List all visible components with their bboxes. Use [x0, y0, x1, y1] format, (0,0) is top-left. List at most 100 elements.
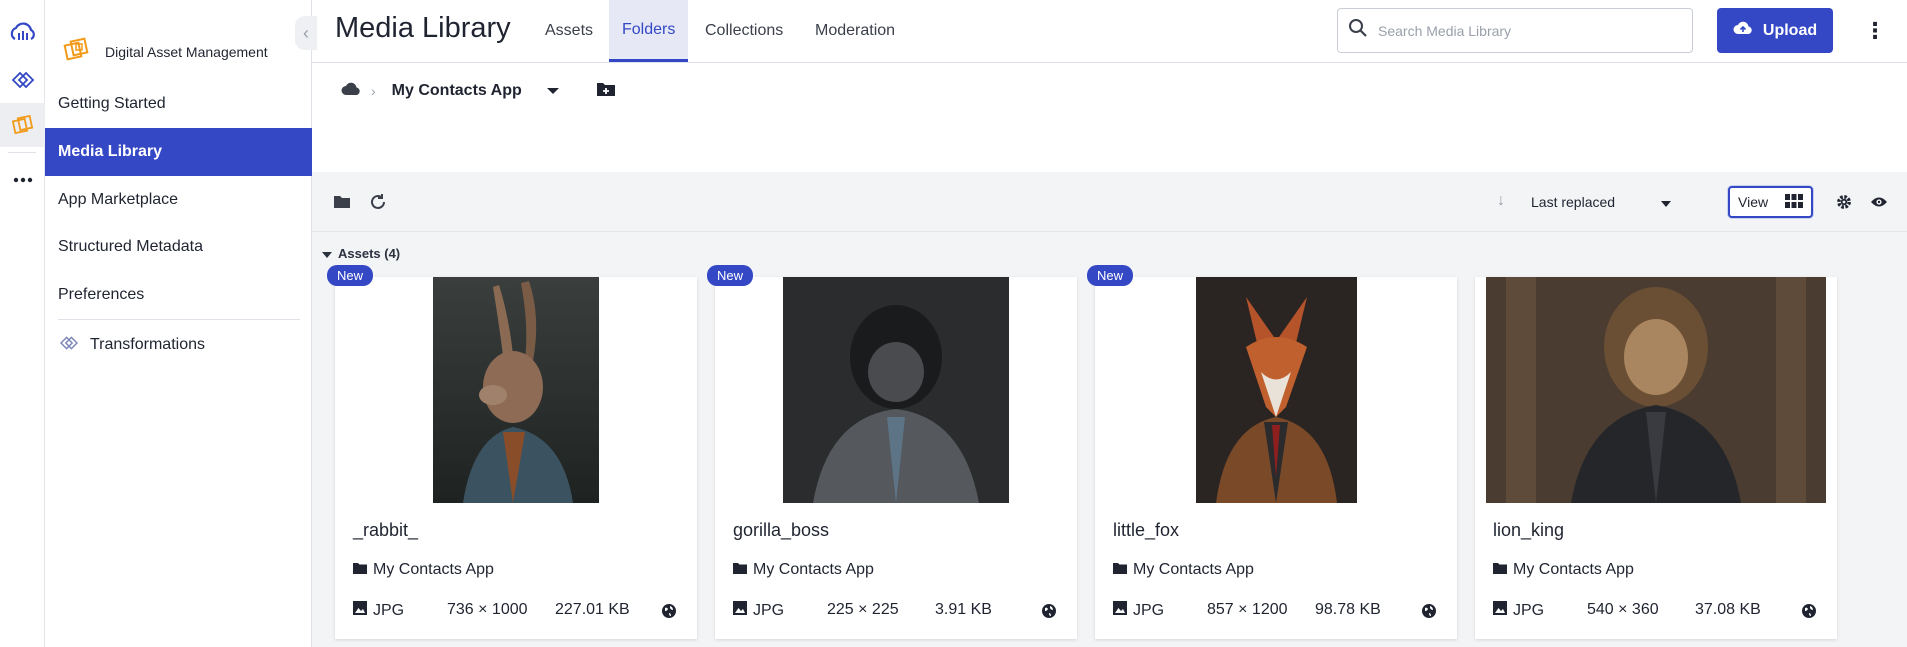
asset-size: 3.91 KB: [935, 601, 992, 618]
asset-dimensions: 857 × 1200: [1207, 601, 1288, 618]
asset-format-label: JPG: [1133, 601, 1165, 619]
tab-assets[interactable]: Assets: [532, 0, 606, 62]
globe-icon[interactable]: [1041, 603, 1057, 624]
chevron-right-icon: ›: [371, 83, 376, 99]
sidebar-item-app-marketplace[interactable]: App Marketplace: [45, 176, 312, 224]
product-brand: Digital Asset Management: [63, 36, 268, 67]
folder-icon: [1493, 561, 1507, 579]
sidebar-item-label: Preferences: [58, 286, 145, 303]
asset-grid-area: Assets (4) New _rabbit_ My Contacts App: [312, 232, 1907, 647]
sidebar-item-media-library[interactable]: Media Library: [45, 128, 312, 176]
sidebar-item-transformations[interactable]: Transformations: [58, 330, 205, 360]
new-badge: New: [327, 265, 374, 286]
asset-format-label: JPG: [753, 601, 785, 619]
search-input[interactable]: [1378, 22, 1678, 39]
header: Media Library Assets Folders Collections…: [312, 0, 1907, 63]
page-title: Media Library: [335, 12, 511, 44]
image-icon: [1493, 601, 1507, 620]
new-badge: New: [707, 265, 754, 286]
sidebar-item-label: Getting Started: [58, 95, 166, 112]
image-icon: [733, 601, 747, 620]
settings-gear-icon[interactable]: [1832, 190, 1856, 214]
cloud-root-icon[interactable]: [341, 82, 361, 101]
asset-folder[interactable]: My Contacts App: [353, 561, 494, 579]
transformations-icon[interactable]: [0, 58, 45, 102]
digital-asset-management-icon[interactable]: [0, 103, 45, 147]
folder-tree-icon[interactable]: [330, 190, 354, 214]
image-icon: [1113, 601, 1127, 620]
dam-logo-icon: [63, 36, 91, 67]
caret-down-icon: [322, 246, 332, 261]
folder-icon: [353, 561, 367, 579]
sidebar-item-structured-metadata[interactable]: Structured Metadata: [45, 223, 312, 271]
asset-format-label: JPG: [1513, 601, 1545, 619]
asset-thumbnail[interactable]: [1486, 277, 1826, 503]
breadcrumb: › My Contacts App: [341, 78, 616, 104]
asset-size: 227.01 KB: [555, 601, 630, 618]
tab-folders[interactable]: Folders: [609, 0, 689, 62]
toolbar: ↓ Last replaced View: [312, 172, 1907, 232]
asset-dimensions: 225 × 225: [827, 601, 899, 618]
sort-select[interactable]: Last replaced: [1531, 188, 1671, 216]
more-apps-icon[interactable]: [0, 158, 45, 202]
asset-name[interactable]: gorilla_boss: [733, 520, 829, 541]
asset-size: 37.08 KB: [1695, 601, 1761, 618]
sidebar-item-label: App Marketplace: [58, 191, 179, 208]
cloud-logo-icon[interactable]: [0, 10, 45, 54]
sidebar-item-getting-started[interactable]: Getting Started: [45, 80, 312, 128]
product-name: Digital Asset Management: [105, 43, 268, 60]
grid-view-icon: [1785, 193, 1803, 211]
asset-thumbnail[interactable]: [783, 277, 1009, 503]
search-icon: [1348, 18, 1368, 43]
sidebar-item-preferences[interactable]: Preferences: [45, 271, 312, 319]
asset-meta: JPG 857 × 1200 98.78 KB: [1113, 601, 1439, 623]
asset-folder-label: My Contacts App: [1133, 561, 1254, 578]
asset-card[interactable]: New _rabbit_ My Contacts App JPG 736 × 1…: [327, 265, 697, 639]
asset-folder[interactable]: My Contacts App: [1113, 561, 1254, 579]
asset-format: JPG: [733, 601, 784, 620]
preview-eye-icon[interactable]: [1867, 190, 1891, 214]
asset-name[interactable]: lion_king: [1493, 520, 1564, 541]
globe-icon[interactable]: [1421, 603, 1437, 624]
assets-section-header[interactable]: Assets (4): [322, 246, 400, 261]
asset-meta: JPG 736 × 1000 227.01 KB: [353, 601, 679, 623]
image-icon: [353, 601, 367, 620]
asset-card[interactable]: lion_king My Contacts App JPG 540 × 360 …: [1475, 277, 1837, 639]
new-badge: New: [1087, 265, 1134, 286]
asset-thumbnail[interactable]: [1196, 277, 1357, 503]
folder-icon: [733, 561, 747, 579]
asset-thumbnail[interactable]: [433, 277, 599, 503]
asset-name[interactable]: _rabbit_: [353, 520, 418, 541]
asset-folder-label: My Contacts App: [1513, 561, 1634, 578]
upload-label: Upload: [1762, 21, 1818, 39]
breadcrumb-current-folder: My Contacts App: [391, 82, 522, 99]
asset-folder[interactable]: My Contacts App: [733, 561, 874, 579]
asset-dimensions: 540 × 360: [1587, 601, 1659, 618]
sidebar-item-label: Media Library: [58, 143, 163, 160]
asset-format: JPG: [353, 601, 404, 620]
tab-collections[interactable]: Collections: [692, 0, 796, 62]
view-mode-toggle[interactable]: View: [1728, 186, 1813, 218]
asset-format: JPG: [1493, 601, 1544, 620]
folder-icon: [1113, 561, 1127, 579]
asset-card[interactable]: New little_fox My Contacts App JPG 857 ×…: [1087, 265, 1457, 639]
asset-dimensions: 736 × 1000: [447, 601, 528, 618]
asset-meta: JPG 540 × 360 37.08 KB: [1493, 601, 1819, 623]
upload-button[interactable]: Upload: [1717, 8, 1833, 53]
more-options-icon[interactable]: ⋮: [1860, 14, 1890, 48]
globe-icon[interactable]: [661, 603, 677, 624]
folder-menu-caret-icon[interactable]: [546, 82, 560, 100]
refresh-icon[interactable]: [366, 190, 390, 214]
tab-moderation[interactable]: Moderation: [802, 0, 908, 62]
asset-folder[interactable]: My Contacts App: [1493, 561, 1634, 579]
asset-name[interactable]: little_fox: [1113, 520, 1179, 541]
asset-folder-label: My Contacts App: [753, 561, 874, 578]
globe-icon[interactable]: [1801, 603, 1817, 624]
new-folder-icon[interactable]: [596, 81, 616, 102]
sort-select-value: Last replaced: [1531, 194, 1616, 210]
transformations-icon: [58, 335, 80, 356]
sidebar: Digital Asset Management ‹ Getting Start…: [45, 0, 317, 647]
asset-card[interactable]: New gorilla_boss My Contacts App JPG 225…: [707, 265, 1077, 639]
sidebar-item-label: Structured Metadata: [58, 238, 203, 255]
sort-direction-icon[interactable]: ↓: [1497, 192, 1505, 210]
